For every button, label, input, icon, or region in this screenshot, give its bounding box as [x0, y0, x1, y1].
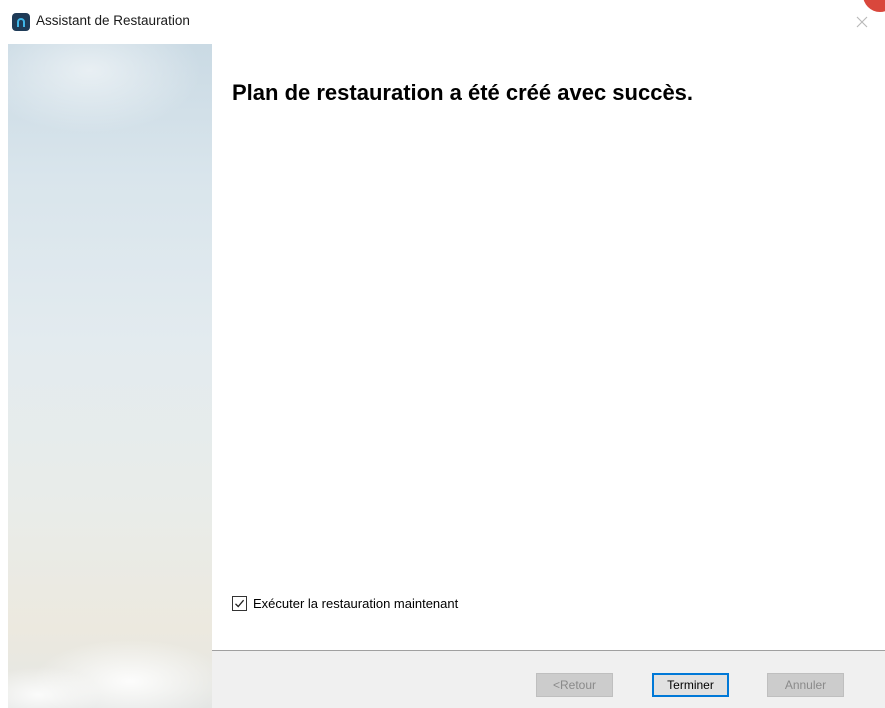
run-now-label: Exécuter la restauration maintenant	[253, 596, 459, 611]
finish-button[interactable]: Terminer	[652, 673, 729, 697]
close-button[interactable]	[839, 0, 885, 44]
page-title: Plan de restauration a été créé avec suc…	[232, 80, 694, 105]
title-bar: Assistant de Restauration	[0, 0, 885, 44]
window-title: Assistant de Restauration	[36, 13, 190, 28]
run-now-checkbox[interactable]	[232, 596, 247, 611]
checkmark-icon	[235, 599, 245, 608]
cancel-button[interactable]: Annuler	[767, 673, 844, 697]
app-logo-icon	[12, 13, 30, 31]
run-now-option[interactable]: Exécuter la restauration maintenant	[232, 596, 458, 611]
close-icon	[856, 16, 868, 28]
wizard-footer: <Retour Terminer Annuler	[212, 650, 885, 708]
wizard-side-image	[8, 44, 212, 708]
wizard-window: Assistant de Restauration Plan de restau…	[0, 0, 885, 708]
back-button[interactable]: <Retour	[536, 673, 613, 697]
